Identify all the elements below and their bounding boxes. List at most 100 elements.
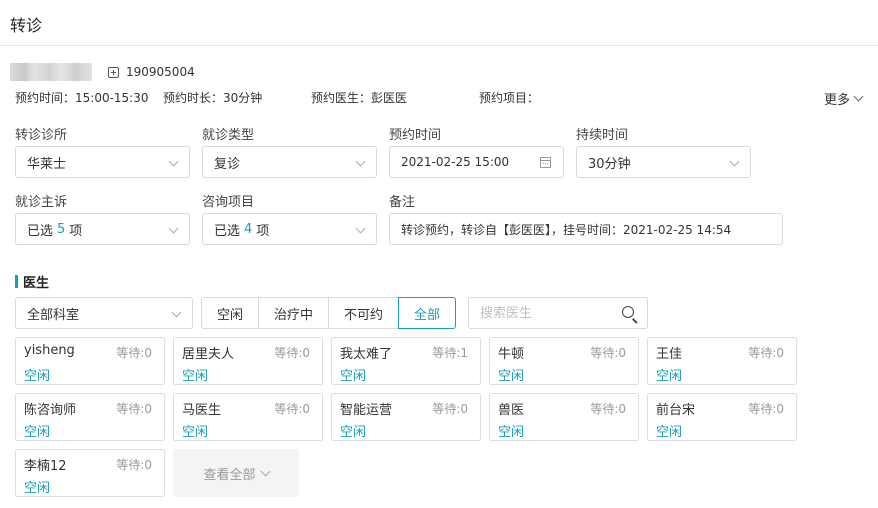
clinic-label: 转诊诊所: [15, 128, 68, 143]
chevron-down-icon: [260, 466, 270, 476]
lasting-select[interactable]: 30分钟: [576, 146, 751, 178]
doctor-card[interactable]: yisheng 等待:0 空闲: [15, 337, 165, 385]
department-select[interactable]: 全部科室: [15, 297, 193, 329]
doctor-status: 空闲: [656, 425, 683, 440]
doctor-card[interactable]: 陈咨询师 等待:0 空闲: [15, 393, 165, 441]
complaint-label: 就诊主诉: [15, 195, 68, 210]
patient-name-blurred: [10, 63, 92, 81]
page-title: 转诊: [10, 16, 43, 35]
doctor-card[interactable]: 兽医 等待:0 空闲: [489, 393, 639, 441]
doctor-wait-count: 等待:0: [432, 402, 468, 416]
doctor-card[interactable]: 前台宋 等待:0 空闲: [647, 393, 797, 441]
appointment-doctor: 预约医生：彭医医: [311, 91, 408, 105]
visit-type-select[interactable]: 复诊: [202, 146, 377, 178]
lasting-label: 持续时间: [576, 128, 629, 143]
view-all-label: 查看全部: [203, 467, 256, 483]
doctor-name: 牛顿: [498, 347, 525, 362]
appointment-project: 预约项目：: [479, 91, 540, 105]
chevron-down-icon: [355, 223, 366, 234]
doctor-status: 空闲: [24, 369, 51, 384]
doctor-wait-count: 等待:0: [274, 346, 310, 360]
consult-prefix: 已选: [214, 223, 241, 239]
doctor-search-input[interactable]: [480, 298, 620, 328]
doctor-card[interactable]: 王佳 等待:0 空闲: [647, 337, 797, 385]
doctor-name: 李楠12: [24, 459, 67, 474]
doctor-card[interactable]: 我太难了 等待:1 空闲: [331, 337, 481, 385]
visit-type-label: 就诊类型: [202, 128, 255, 143]
doctor-status: 空闲: [24, 481, 51, 496]
doctor-card[interactable]: 智能运营 等待:0 空闲: [331, 393, 481, 441]
patient-row: 190905004: [10, 62, 195, 82]
complaint-prefix: 已选: [27, 223, 54, 239]
doctor-status: 空闲: [182, 369, 209, 384]
doctor-card[interactable]: 马医生 等待:0 空闲: [173, 393, 323, 441]
doctor-name: 马医生: [182, 403, 222, 418]
doctor-name: 兽医: [498, 403, 525, 418]
filter-free[interactable]: 空闲: [201, 297, 259, 329]
appt-time-picker[interactable]: 2021-02-25 15:00: [389, 146, 564, 178]
chevron-down-icon: [168, 156, 179, 167]
consult-label: 咨询项目: [202, 195, 255, 210]
doctor-wait-count: 等待:0: [274, 402, 310, 416]
remark-value: 转诊预约，转诊自【彭医医】，挂号时间：2021-02-25 14:54: [401, 222, 732, 237]
complaint-suffix: 项: [69, 223, 83, 239]
remark-input[interactable]: 转诊预约，转诊自【彭医医】，挂号时间：2021-02-25 14:54: [389, 213, 783, 245]
doctor-card[interactable]: 牛顿 等待:0 空闲: [489, 337, 639, 385]
doctor-card[interactable]: 李楠12 等待:0 空闲: [15, 449, 165, 497]
expand-icon[interactable]: [108, 66, 119, 78]
complaint-select[interactable]: 已选 5 项: [15, 213, 190, 245]
appointment-duration: 预约时长：30分钟: [163, 91, 263, 105]
doctor-name: 陈咨询师: [24, 403, 77, 418]
doctor-status: 空闲: [656, 369, 683, 384]
view-all-button[interactable]: 查看全部: [173, 449, 299, 497]
search-icon[interactable]: [622, 306, 634, 318]
doctor-status: 空闲: [340, 425, 367, 440]
doctor-wait-count: 等待:0: [590, 402, 626, 416]
doctor-status: 空闲: [498, 369, 525, 384]
more-button[interactable]: 更多: [824, 89, 864, 108]
doctor-name: 前台宋: [656, 403, 696, 418]
doctor-name: 我太难了: [340, 347, 393, 362]
doctor-status: 空闲: [24, 425, 51, 440]
patient-id: 190905004: [126, 65, 195, 79]
doctor-search: [468, 297, 648, 329]
doctor-wait-count: 等待:0: [116, 346, 152, 360]
complaint-count: 5: [57, 221, 66, 237]
filter-unavailable[interactable]: 不可约: [328, 297, 399, 329]
doctor-wait-count: 等待:0: [590, 346, 626, 360]
doctor-name: yisheng: [24, 343, 75, 358]
status-filter: 空闲 治疗中 不可约 全部: [201, 297, 456, 329]
remark-label: 备注: [389, 195, 416, 210]
chevron-down-icon: [853, 91, 864, 102]
doctor-wait-count: 等待:0: [748, 402, 784, 416]
appointment-info: 预约时间：15:00-15:30 预约时长：30分钟 预约医生：彭医医 预约项目…: [0, 89, 878, 107]
doctors-section-title: 医生: [15, 272, 49, 291]
calendar-icon: [540, 157, 551, 168]
doctor-card[interactable]: 居里夫人 等待:0 空闲: [173, 337, 323, 385]
doctors-title: 医生: [23, 276, 50, 291]
clinic-select[interactable]: 华莱士: [15, 146, 190, 178]
consult-suffix: 项: [256, 223, 270, 239]
filter-all[interactable]: 全部: [398, 297, 456, 329]
doctor-wait-count: 等待:0: [748, 346, 784, 360]
chevron-down-icon: [355, 156, 366, 167]
consult-select[interactable]: 已选 4 项: [202, 213, 377, 245]
doctor-wait-count: 等待:0: [116, 402, 152, 416]
appointment-time: 预约时间：15:00-15:30: [15, 91, 149, 105]
clinic-value: 华莱士: [27, 156, 67, 172]
filter-treating[interactable]: 治疗中: [258, 297, 329, 329]
doctor-status: 空闲: [182, 425, 209, 440]
doctor-wait-count: 等待:1: [432, 346, 468, 360]
chevron-down-icon: [171, 307, 182, 318]
chevron-down-icon: [729, 156, 740, 167]
chevron-down-icon: [168, 223, 179, 234]
visit-type-value: 复诊: [214, 156, 241, 172]
title-divider: [0, 45, 878, 46]
more-label: 更多: [824, 93, 851, 108]
consult-count: 4: [244, 221, 253, 237]
section-accent-bar: [15, 275, 18, 288]
doctor-status: 空闲: [340, 369, 367, 384]
doctor-name: 王佳: [656, 347, 683, 362]
lasting-value: 30分钟: [588, 156, 631, 172]
appt-time-label: 预约时间: [389, 128, 442, 143]
